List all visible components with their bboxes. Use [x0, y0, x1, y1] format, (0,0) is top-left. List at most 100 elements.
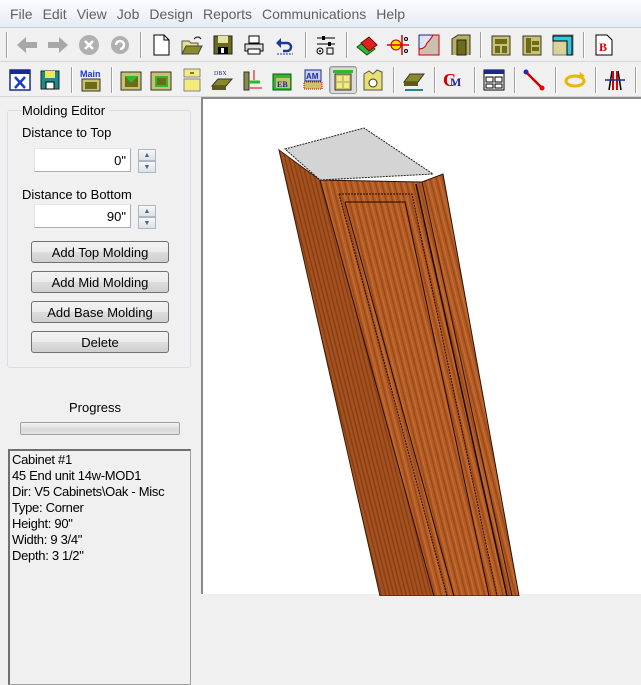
drawer-box-icon: DBX: [210, 71, 233, 90]
cabinet-info-line: Type: Corner: [12, 500, 84, 515]
distance-to-top-input[interactable]: 0": [34, 148, 131, 172]
toolbar-separator: [393, 66, 396, 93]
hardware-icon: [363, 68, 383, 90]
construction-icon: [483, 69, 505, 90]
svg-text:B: B: [599, 40, 607, 54]
undo-icon: [275, 38, 293, 55]
main-toolbar: B: [0, 29, 641, 62]
menu-reports[interactable]: Reports: [198, 6, 257, 22]
lighting-icon: [386, 35, 409, 55]
new-button[interactable]: [146, 31, 175, 59]
close-window-button[interactable]: [6, 66, 34, 94]
save-button[interactable]: [208, 31, 237, 59]
cm-button[interactable]: CM: [440, 66, 468, 94]
toolbar-separator: [554, 66, 557, 93]
rotate-icon: [564, 71, 586, 87]
cabinet-info-line: Width: 9 3/4": [12, 532, 83, 547]
save-disk-icon: [213, 35, 232, 55]
toolbar-separator: [635, 66, 638, 93]
refresh-icon: [110, 36, 129, 54]
options-button[interactable]: [311, 31, 340, 59]
svg-text:EB: EB: [277, 80, 288, 89]
lighting-button[interactable]: [383, 31, 412, 59]
add-base-molding-button[interactable]: Add Base Molding: [31, 301, 169, 323]
toolbar-separator: [433, 66, 436, 93]
door-button[interactable]: [177, 66, 205, 94]
menu-communications[interactable]: Communications: [257, 6, 371, 22]
floor-plan-icon: [552, 34, 573, 56]
distance-to-bottom-label: Distance to Bottom: [22, 187, 132, 202]
printer-icon: [244, 35, 263, 55]
undo-button[interactable]: [270, 31, 299, 59]
countertop-icon: [402, 73, 425, 91]
add-mid-molding-button[interactable]: Add Mid Molding: [31, 271, 169, 293]
forward-arrow-icon: [47, 37, 68, 53]
cabinet-button[interactable]: [486, 31, 515, 59]
floor-plan-button[interactable]: [548, 31, 577, 59]
print-button[interactable]: [239, 31, 268, 59]
delete-button[interactable]: Delete: [31, 331, 169, 353]
cabinet-info-line: Dir: V5 Cabinets\Oak - Misc: [12, 484, 165, 499]
cabinet-info-line: Depth: 3 1/2": [12, 548, 84, 563]
svg-text:AM: AM: [306, 72, 319, 81]
main-icon: Main: [80, 69, 101, 91]
menu-job[interactable]: Job: [112, 6, 145, 22]
spin-down-button[interactable]: ▼: [138, 217, 156, 229]
open-button[interactable]: [177, 31, 206, 59]
svg-text:DBX: DBX: [214, 71, 227, 77]
spin-down-button[interactable]: ▼: [138, 161, 156, 173]
materials-button[interactable]: [352, 31, 381, 59]
line-tool-button[interactable]: [520, 66, 548, 94]
svg-text:Main: Main: [80, 69, 101, 79]
3d-viewport[interactable]: [201, 97, 641, 596]
toolbar-grip[interactable]: [6, 32, 8, 58]
forward-button[interactable]: [43, 31, 72, 59]
save-green-icon: [40, 70, 60, 89]
elevation-button[interactable]: [601, 66, 629, 94]
toolbar-separator: [514, 66, 517, 93]
save-green-button[interactable]: [36, 66, 64, 94]
distance-to-bottom-spinner: ▲ ▼: [138, 205, 156, 229]
distance-to-bottom-input[interactable]: 90": [34, 204, 131, 228]
report-b-button[interactable]: B: [589, 31, 618, 59]
spin-up-button[interactable]: ▲: [138, 149, 156, 161]
toolbar-separator: [473, 66, 476, 93]
countertop-button[interactable]: [399, 66, 427, 94]
menu-file[interactable]: File: [5, 6, 38, 22]
menu-edit[interactable]: Edit: [38, 6, 72, 22]
menu-help[interactable]: Help: [371, 6, 410, 22]
line-tool-icon: [523, 69, 545, 90]
drawer-box-button[interactable]: DBX: [208, 66, 236, 94]
drawers-button[interactable]: [517, 31, 546, 59]
dimensions-button[interactable]: [238, 66, 266, 94]
toolbar-separator: [305, 32, 307, 58]
menu-view[interactable]: View: [72, 6, 112, 22]
rotate-button[interactable]: [561, 66, 589, 94]
construction-button[interactable]: [480, 66, 508, 94]
new-document-icon: [153, 34, 169, 56]
cabinet-info-line: 45 End unit 14w-MOD1: [12, 468, 142, 483]
assembly-button[interactable]: AM: [299, 66, 327, 94]
interior-button[interactable]: [147, 66, 175, 94]
cabinet-front-icon: [491, 35, 510, 56]
cabinet-info-line: Height: 90": [12, 516, 73, 531]
cabinet-info-box: Cabinet #1 45 End unit 14w-MOD1 Dir: V5 …: [8, 449, 191, 685]
elevation-icon: [604, 70, 625, 90]
edge-band-button[interactable]: EB: [268, 66, 296, 94]
main-button[interactable]: Main: [77, 66, 105, 94]
back-button[interactable]: [12, 31, 41, 59]
doors-button[interactable]: [445, 31, 474, 59]
box-button[interactable]: [117, 66, 145, 94]
molding-profiles-button[interactable]: [414, 31, 443, 59]
open-folder-icon: [180, 36, 203, 55]
add-top-molding-button[interactable]: Add Top Molding: [31, 241, 169, 263]
hardware-button[interactable]: [359, 66, 387, 94]
door-yellow-icon: [183, 68, 201, 91]
refresh-button[interactable]: [105, 31, 134, 59]
menu-design[interactable]: Design: [144, 6, 198, 22]
spin-up-button[interactable]: ▲: [138, 205, 156, 217]
stop-button[interactable]: [74, 31, 103, 59]
molding-editor-button[interactable]: [328, 65, 358, 94]
svg-text:M: M: [450, 75, 461, 89]
progress-label: Progress: [68, 400, 122, 415]
